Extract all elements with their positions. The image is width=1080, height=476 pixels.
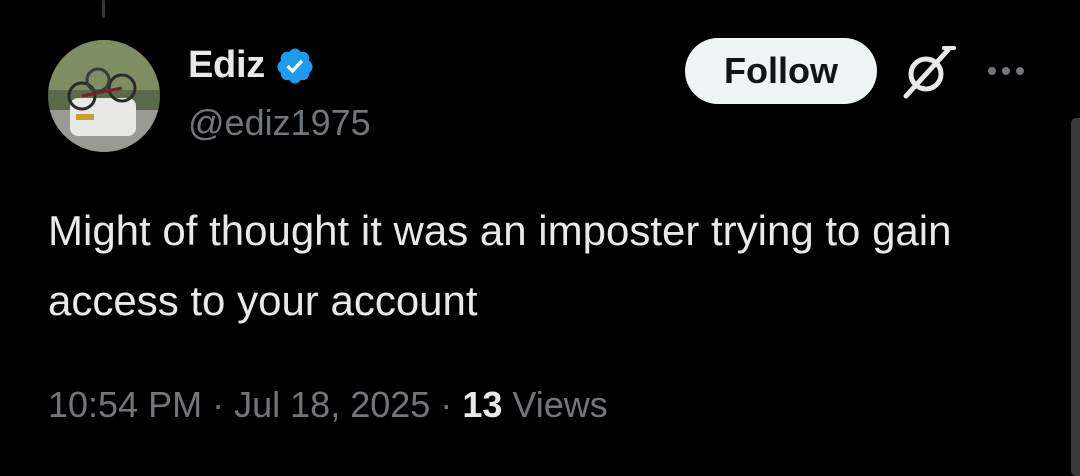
thread-connector-line: [102, 0, 105, 18]
meta-separator: ·: [440, 384, 453, 425]
tweet-time[interactable]: 10:54 PM: [48, 384, 202, 425]
scrollbar[interactable]: [1071, 118, 1080, 476]
follow-button[interactable]: Follow: [685, 38, 877, 104]
author-handle[interactable]: @ediz1975: [188, 102, 371, 144]
views-label: Views: [512, 384, 608, 425]
author-display-name[interactable]: Ediz: [188, 44, 265, 87]
avatar-image: [48, 40, 160, 152]
grok-icon[interactable]: [900, 44, 956, 100]
tweet-text: Might of thought it was an imposter tryi…: [48, 207, 952, 324]
author-name-row: Ediz: [188, 44, 315, 87]
avatar[interactable]: [48, 40, 160, 152]
meta-separator: ·: [212, 384, 225, 425]
more-options-icon[interactable]: [985, 58, 1027, 84]
verified-badge-icon: [277, 48, 313, 83]
tweet-meta: 10:54 PM · Jul 18, 2025 · 13 Views: [48, 384, 608, 426]
views-count: 13: [462, 384, 503, 425]
tweet-date[interactable]: Jul 18, 2025: [234, 384, 430, 425]
